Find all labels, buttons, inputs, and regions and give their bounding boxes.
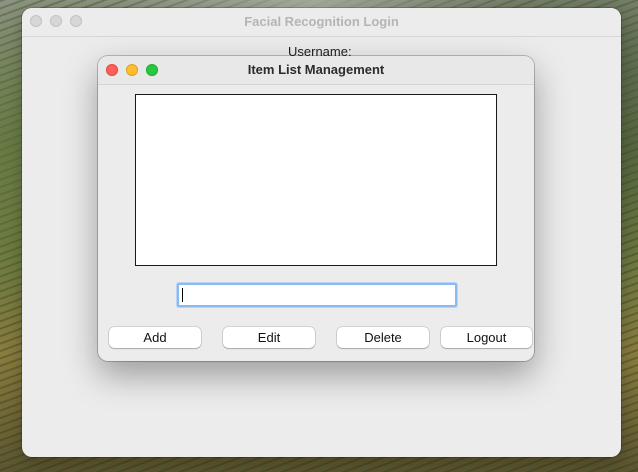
item-list-window: Item List Management Add Edit Delete Log… — [98, 56, 534, 361]
edit-button[interactable]: Edit — [223, 327, 315, 348]
item-entry-field[interactable] — [177, 283, 457, 307]
login-window-title: Facial Recognition Login — [244, 14, 399, 29]
item-list-window-titlebar: Item List Management — [98, 56, 534, 85]
text-caret — [182, 288, 183, 302]
logout-button[interactable]: Logout — [441, 327, 532, 348]
item-list-window-title: Item List Management — [247, 62, 385, 77]
login-window-titlebar: Facial Recognition Login — [22, 8, 621, 37]
delete-button[interactable]: Delete — [337, 327, 429, 348]
add-button[interactable]: Add — [109, 327, 201, 348]
item-listbox[interactable] — [135, 94, 497, 266]
